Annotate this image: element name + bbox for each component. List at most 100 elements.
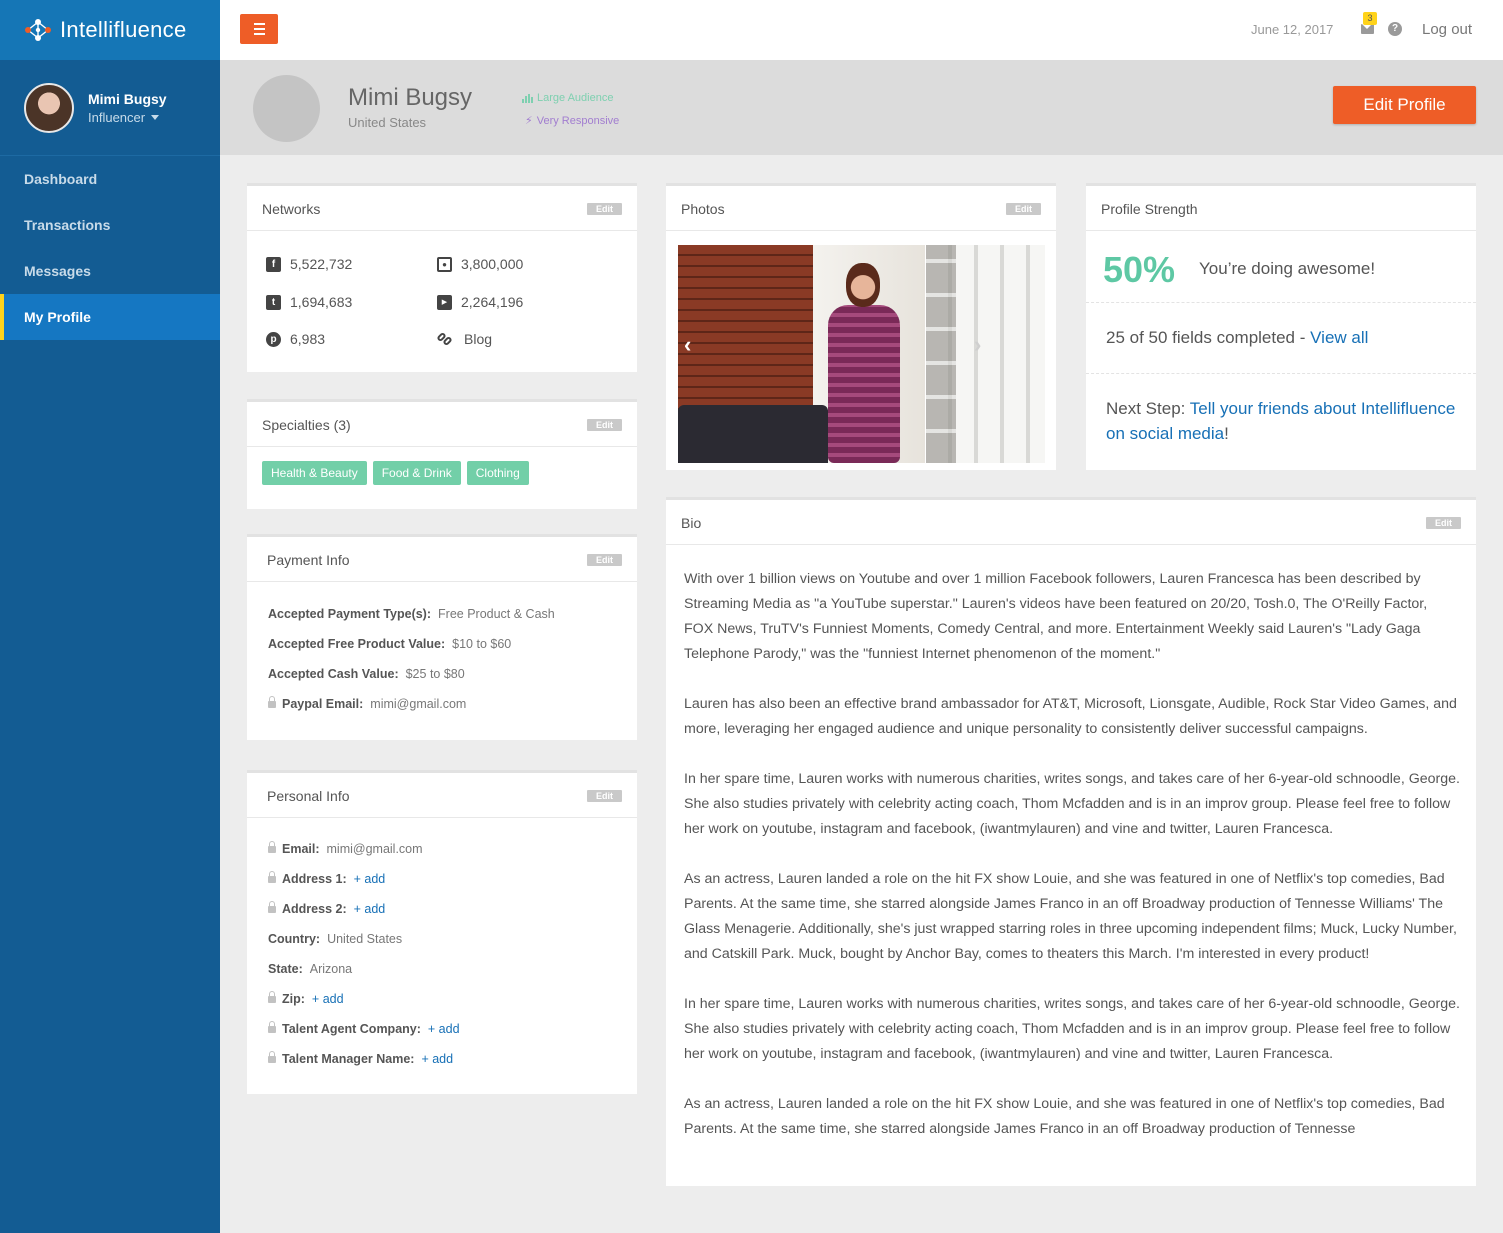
lightning-icon: ⚡︎ bbox=[525, 115, 533, 127]
hamburger-menu-button[interactable] bbox=[240, 14, 278, 44]
card-title: Photos bbox=[681, 201, 725, 217]
state-row: State: Arizona bbox=[268, 962, 353, 976]
profile-strength-message: You’re doing awesome! bbox=[1199, 259, 1376, 278]
bio-paragraph: As an actress, Lauren landed a role on t… bbox=[684, 1096, 1445, 1137]
edit-bio-button[interactable]: Edit bbox=[1426, 517, 1461, 529]
payment-type-row: Accepted Payment Type(s): Free Product & … bbox=[268, 607, 555, 621]
profile-name: Mimi Bugsy bbox=[348, 84, 473, 111]
card-title: Specialties (3) bbox=[262, 417, 351, 433]
youtube-icon: ▶ bbox=[437, 294, 452, 310]
profile-photo bbox=[253, 75, 320, 142]
profile-strength-percent: 50% bbox=[1103, 249, 1176, 290]
bar-chart-icon bbox=[522, 93, 533, 103]
cash-value-row: Accepted Cash Value: $25 to $80 bbox=[268, 667, 465, 681]
edit-networks-button[interactable]: Edit bbox=[587, 203, 622, 215]
carousel-prev-arrow-icon[interactable]: ‹ bbox=[684, 332, 691, 358]
specialty-tag: Health & Beauty bbox=[262, 461, 367, 485]
network-instagram: ● 3,800,000 bbox=[437, 256, 523, 272]
card-title: Networks bbox=[262, 201, 321, 217]
add-talent-agent-link[interactable]: + add bbox=[428, 1022, 460, 1036]
address2-row: Address 2: + add bbox=[268, 900, 386, 916]
avatar bbox=[24, 82, 74, 133]
zip-row: Zip: + add bbox=[268, 990, 344, 1006]
network-youtube: ▶ 2,264,196 bbox=[437, 294, 523, 310]
address1-row: Address 1: + add bbox=[268, 870, 386, 886]
network-logo-icon bbox=[25, 19, 51, 41]
edit-specialties-button[interactable]: Edit bbox=[587, 419, 622, 431]
link-icon bbox=[436, 331, 455, 347]
bio-card: Bio Edit With over 1 billion views on Yo… bbox=[666, 497, 1476, 1186]
brand-name: Intellifluence bbox=[60, 17, 187, 42]
edit-payment-button[interactable]: Edit bbox=[587, 554, 622, 566]
payment-info-card: Payment Info Edit Accepted Payment Type(… bbox=[247, 534, 637, 740]
edit-personal-button[interactable]: Edit bbox=[587, 790, 622, 802]
lock-icon bbox=[268, 840, 276, 853]
sidebar-item-messages[interactable]: Messages bbox=[0, 248, 220, 294]
specialty-tag: Food & Drink bbox=[372, 461, 461, 485]
sidebar-item-my-profile[interactable]: My Profile bbox=[0, 294, 220, 340]
specialty-tags: Health & Beauty Food & Drink Clothing bbox=[262, 461, 529, 485]
help-icon[interactable]: ? bbox=[1388, 22, 1402, 36]
pinterest-icon: p bbox=[266, 331, 281, 347]
free-product-value-row: Accepted Free Product Value: $10 to $60 bbox=[268, 637, 512, 651]
mail-icon[interactable] bbox=[1361, 24, 1374, 34]
add-address2-link[interactable]: + add bbox=[354, 902, 386, 916]
lock-icon bbox=[268, 695, 276, 708]
sidebar-item-transactions[interactable]: Transactions bbox=[0, 202, 220, 248]
card-title: Payment Info bbox=[267, 552, 350, 568]
sidebar-nav: Dashboard Transactions Messages My Profi… bbox=[0, 156, 220, 340]
edit-photos-button[interactable]: Edit bbox=[1006, 203, 1041, 215]
lock-icon bbox=[268, 1020, 276, 1033]
network-pinterest: p 6,983 bbox=[266, 331, 325, 347]
user-name: Mimi Bugsy bbox=[88, 90, 167, 107]
brand-logo[interactable]: Intellifluence bbox=[0, 0, 220, 60]
very-responsive-tag: ⚡︎ Very Responsive bbox=[525, 114, 620, 128]
hamburger-icon bbox=[253, 23, 265, 25]
photo-carousel-image[interactable] bbox=[678, 245, 925, 463]
lock-icon bbox=[268, 1050, 276, 1063]
sidebar-item-dashboard[interactable]: Dashboard bbox=[0, 156, 220, 202]
bio-paragraph: In her spare time, Lauren works with num… bbox=[684, 996, 1460, 1062]
view-all-link[interactable]: View all bbox=[1310, 328, 1368, 347]
facebook-icon: f bbox=[266, 256, 281, 272]
profile-strength-card: Profile Strength 50% You’re doing awesom… bbox=[1086, 183, 1476, 470]
network-blog[interactable]: Blog bbox=[436, 331, 492, 347]
card-title: Personal Info bbox=[267, 788, 350, 804]
paypal-email-row: Paypal Email: mimi@gmail.com bbox=[268, 695, 466, 711]
network-twitter: t 1,694,683 bbox=[266, 294, 352, 310]
card-title: Profile Strength bbox=[1101, 201, 1198, 217]
carousel-next-arrow-icon[interactable]: › bbox=[974, 332, 981, 358]
add-zip-link[interactable]: + add bbox=[312, 992, 344, 1006]
photos-card: Photos Edit ‹ › bbox=[666, 183, 1056, 470]
sidebar: Intellifluence Mimi Bugsy Influencer Das… bbox=[0, 0, 220, 1233]
specialties-card: Specialties (3) Edit Health & Beauty Foo… bbox=[247, 399, 637, 509]
networks-card: Networks Edit f 5,522,732 ● 3,800,000 t … bbox=[247, 183, 637, 372]
lock-icon bbox=[268, 870, 276, 883]
edit-profile-button[interactable]: Edit Profile bbox=[1333, 86, 1476, 124]
logout-link[interactable]: Log out bbox=[1422, 21, 1472, 38]
user-menu[interactable]: Mimi Bugsy Influencer bbox=[0, 60, 220, 156]
bio-paragraph: Lauren has also been an effective brand … bbox=[684, 696, 1457, 737]
user-role-dropdown[interactable]: Influencer bbox=[88, 110, 167, 125]
profile-header: Mimi Bugsy United States Large Audience … bbox=[220, 60, 1503, 155]
talent-manager-row: Talent Manager Name: + add bbox=[268, 1050, 453, 1066]
lock-icon bbox=[268, 990, 276, 1003]
specialty-tag: Clothing bbox=[466, 461, 529, 485]
fields-completed: 25 of 50 fields completed - View all bbox=[1106, 328, 1369, 347]
photo-carousel-next-image[interactable] bbox=[926, 245, 1045, 463]
talent-agent-row: Talent Agent Company: + add bbox=[268, 1020, 460, 1036]
chevron-down-icon bbox=[151, 114, 160, 120]
card-title: Bio bbox=[681, 515, 702, 531]
large-audience-tag: Large Audience bbox=[522, 92, 613, 104]
top-bar: June 12, 2017 3 ? Log out bbox=[220, 0, 1503, 60]
bio-paragraph: With over 1 billion views on Youtube and… bbox=[684, 571, 1428, 662]
twitter-icon: t bbox=[266, 294, 281, 310]
bio-paragraph: As an actress, Lauren landed a role on t… bbox=[684, 871, 1457, 962]
lock-icon bbox=[268, 900, 276, 913]
profile-country: United States bbox=[348, 115, 427, 130]
add-address1-link[interactable]: + add bbox=[354, 872, 386, 886]
add-talent-manager-link[interactable]: + add bbox=[421, 1052, 453, 1066]
current-date: June 12, 2017 bbox=[1251, 22, 1334, 37]
personal-info-card: Personal Info Edit Email: mimi@gmail.com … bbox=[247, 770, 637, 1094]
instagram-icon: ● bbox=[437, 256, 452, 272]
